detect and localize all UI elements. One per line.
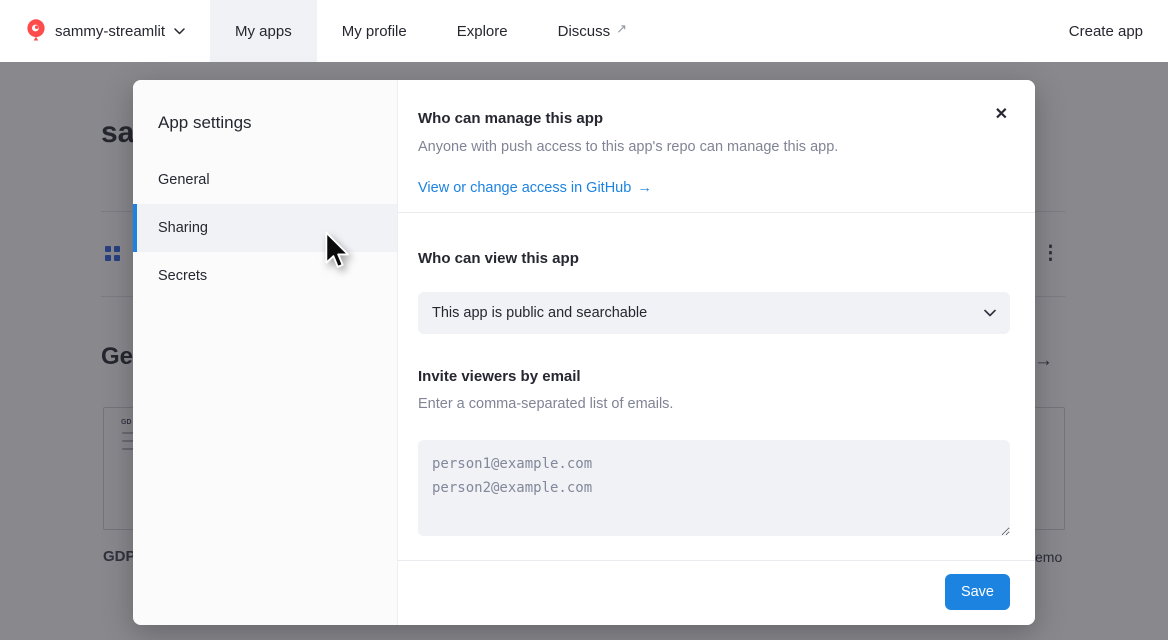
- create-app-button[interactable]: Create app: [1069, 23, 1143, 40]
- manage-title: Who can manage this app: [418, 110, 1010, 127]
- sidebar-item-sharing[interactable]: Sharing: [133, 204, 397, 252]
- github-access-link-label: View or change access in GitHub: [418, 180, 631, 196]
- chevron-down-icon: [174, 28, 185, 35]
- external-link-icon: ↗: [616, 21, 627, 37]
- nav-tab-discuss-label: Discuss: [558, 23, 611, 40]
- save-button[interactable]: Save: [945, 574, 1010, 610]
- invite-description: Enter a comma-separated list of emails.: [418, 396, 1010, 412]
- streamlit-logo: [26, 19, 46, 43]
- nav-tab-my-profile[interactable]: My profile: [317, 0, 432, 62]
- nav-tabs: My apps My profile Explore Discuss ↗: [210, 0, 652, 62]
- nav-tab-my-apps[interactable]: My apps: [210, 0, 317, 62]
- visibility-select[interactable]: This app is public and searchable: [418, 292, 1010, 334]
- manage-section: Who can manage this app ✕ Anyone with pu…: [398, 80, 1035, 213]
- app-settings-modal: App settings General Sharing Secrets Who…: [133, 80, 1035, 625]
- github-access-link[interactable]: View or change access in GitHub →: [418, 180, 652, 196]
- view-section: Who can view this app This app is public…: [398, 213, 1035, 561]
- invite-emails-textarea[interactable]: [418, 440, 1010, 536]
- workspace-switcher[interactable]: sammy-streamlit: [26, 19, 185, 43]
- chevron-down-icon: [984, 309, 996, 317]
- modal-content: Who can manage this app ✕ Anyone with pu…: [398, 80, 1035, 625]
- workspace-name: sammy-streamlit: [55, 23, 165, 40]
- invite-title: Invite viewers by email: [418, 368, 1010, 385]
- view-title: Who can view this app: [418, 250, 1010, 267]
- manage-description: Anyone with push access to this app's re…: [418, 139, 1010, 155]
- sidebar-item-secrets[interactable]: Secrets: [133, 252, 397, 300]
- nav-tab-explore[interactable]: Explore: [432, 0, 533, 62]
- nav-tab-discuss[interactable]: Discuss ↗: [533, 0, 652, 62]
- modal-title: App settings: [158, 113, 397, 133]
- arrow-right-icon: →: [637, 180, 652, 196]
- top-nav: sammy-streamlit My apps My profile Explo…: [0, 0, 1168, 62]
- sidebar-item-general[interactable]: General: [133, 156, 397, 204]
- visibility-select-value: This app is public and searchable: [432, 305, 647, 321]
- modal-sidebar: App settings General Sharing Secrets: [133, 80, 398, 625]
- close-icon[interactable]: ✕: [995, 107, 1008, 123]
- modal-footer: Save: [398, 561, 1035, 625]
- settings-menu: General Sharing Secrets: [133, 156, 397, 300]
